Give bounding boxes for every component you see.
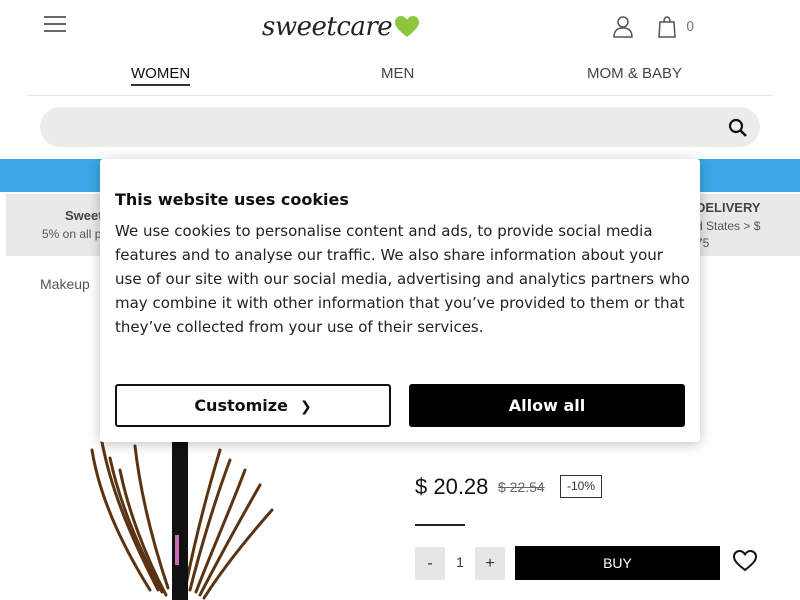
quantity-increase-button[interactable]: +	[475, 547, 505, 580]
nav-item-women[interactable]: WOMEN	[131, 65, 191, 86]
shopping-bag-icon[interactable]	[657, 15, 677, 39]
nav-item-men[interactable]: MEN	[381, 65, 414, 82]
customize-label: Customize	[194, 396, 288, 415]
buy-button[interactable]: BUY	[515, 546, 720, 580]
quantity-value[interactable]: 1	[450, 554, 470, 570]
menu-icon[interactable]	[44, 16, 66, 32]
quantity-decrease-button[interactable]: -	[415, 547, 445, 580]
breadcrumb: Makeup |	[40, 276, 103, 292]
cookie-title: This website uses cookies	[115, 190, 349, 209]
product-image	[90, 440, 274, 600]
heart-logo-icon	[395, 16, 420, 37]
discount-badge: -10%	[560, 475, 602, 498]
main-nav: WOMEN MEN MOM & BABY	[0, 60, 800, 90]
heart-icon[interactable]	[732, 549, 758, 573]
header: sweetcare 0	[0, 0, 800, 56]
cart-count: 0	[686, 20, 695, 35]
price: $ 20.28	[415, 474, 489, 499]
customize-button[interactable]: Customize ❯	[115, 384, 391, 427]
nav-item-mom-baby[interactable]: MOM & BABY	[587, 65, 682, 82]
nav-divider	[27, 95, 773, 96]
account-icon[interactable]	[612, 15, 634, 39]
search-icon[interactable]	[728, 118, 748, 138]
logo-text: sweetcare	[262, 12, 393, 42]
cookie-dialog: This website uses cookies We use cookies…	[100, 159, 700, 442]
cookie-body: We use cookies to personalise content an…	[115, 222, 690, 336]
search-input[interactable]	[58, 107, 698, 147]
logo[interactable]: sweetcare	[262, 10, 420, 44]
chevron-right-icon: ❯	[299, 399, 312, 415]
breadcrumb-item-makeup[interactable]: Makeup	[40, 276, 90, 292]
allow-all-button[interactable]: Allow all	[409, 384, 685, 427]
search-bar	[40, 107, 760, 147]
old-price: $ 22.54	[498, 479, 545, 495]
variant-underline	[415, 524, 465, 526]
